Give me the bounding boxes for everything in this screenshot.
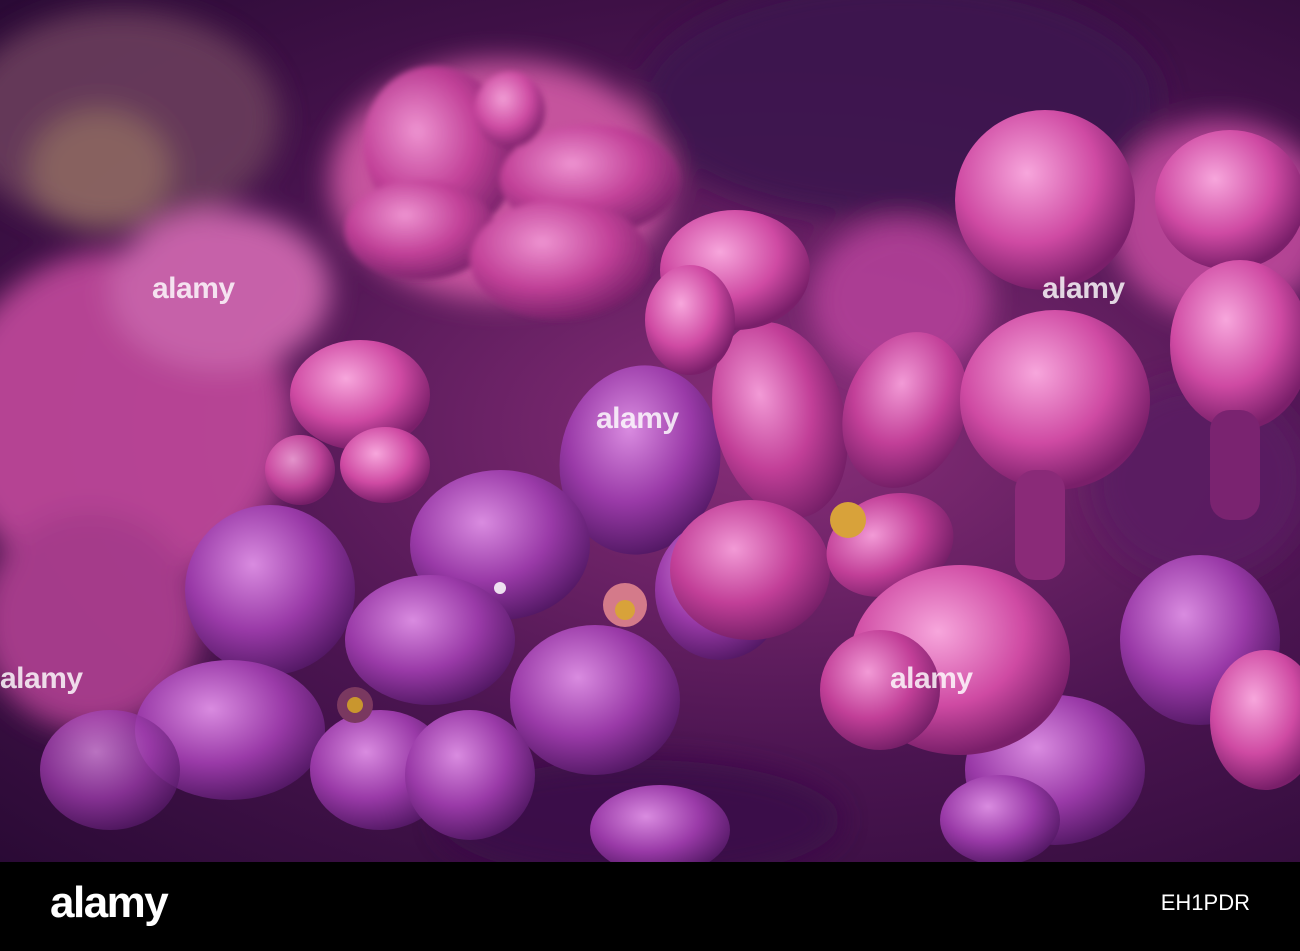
- image-id: EH1PDR: [1160, 890, 1250, 915]
- footer-bar: alamy EH1PDR: [0, 862, 1300, 951]
- lilac-photo: alamy alamy alamy alamy alamy: [0, 0, 1300, 862]
- lilac-flowers-illustration: [0, 0, 1300, 862]
- alamy-logo: alamy: [50, 878, 169, 927]
